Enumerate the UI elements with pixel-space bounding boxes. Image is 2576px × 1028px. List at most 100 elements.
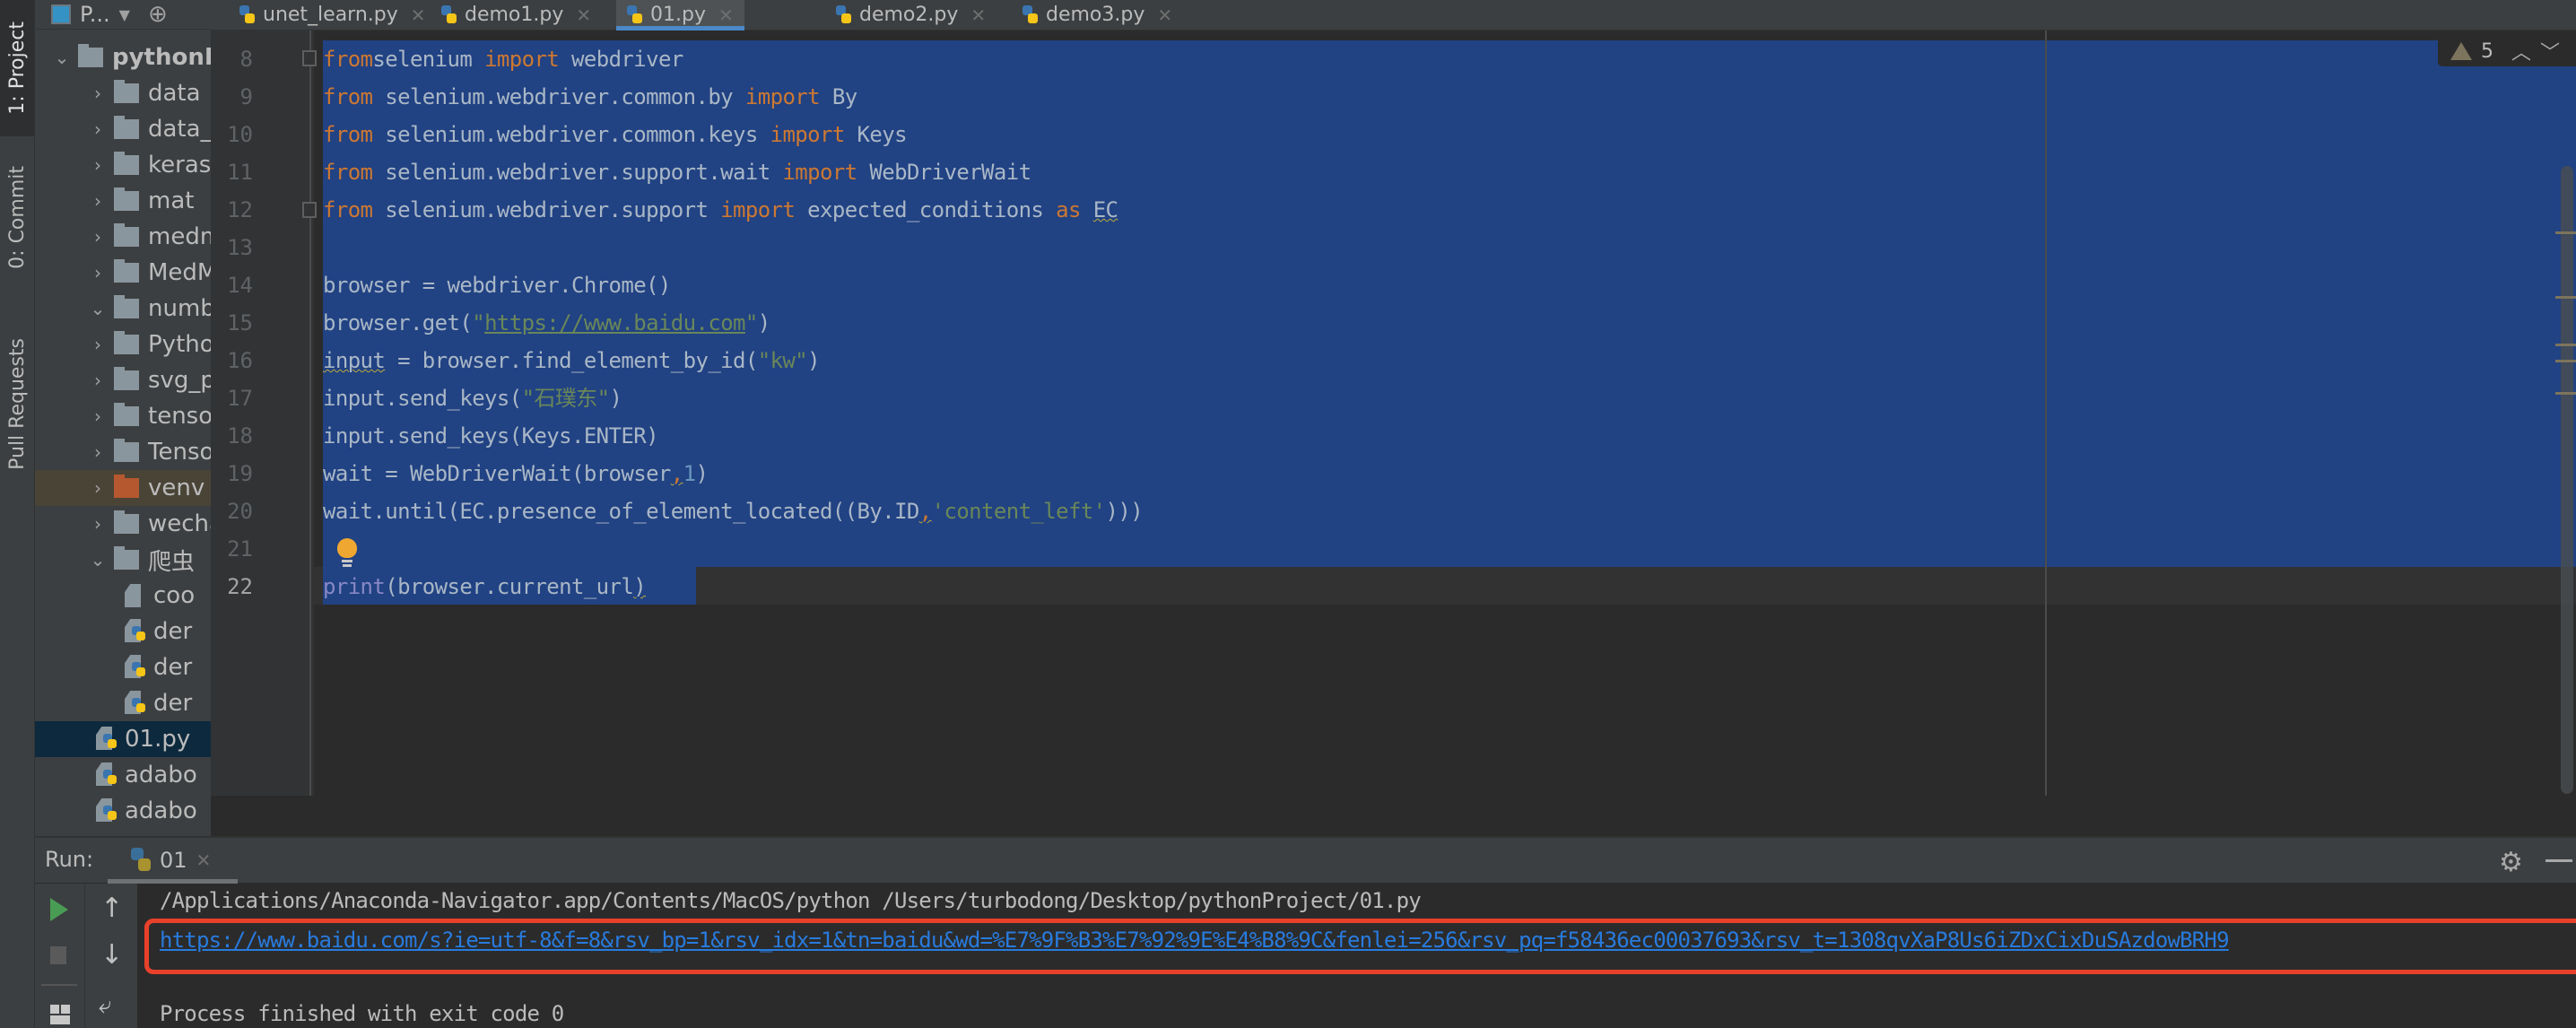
python-icon [441,4,457,25]
chevron-right-icon[interactable]: › [89,83,107,104]
tree-item[interactable]: › tensor [35,398,211,434]
tree-item[interactable]: › data_a [35,111,211,147]
close-icon[interactable]: ✕ [576,4,591,26]
chevron-right-icon[interactable]: › [89,118,107,140]
close-icon[interactable]: ✕ [411,4,426,26]
close-icon[interactable]: ✕ [718,4,734,26]
close-icon[interactable]: ✕ [196,849,212,871]
editor-tab[interactable]: demo1.py ✕ [431,0,602,30]
chevron-right-icon[interactable]: › [89,370,107,391]
tree-item[interactable]: adabo [35,757,211,793]
stripe-tab-label: 0: Commit [5,165,29,269]
code-line[interactable]: browser = webdriver.Chrome() [323,266,671,304]
tree-item[interactable]: › mat [35,183,211,219]
chevron-down-icon[interactable]: ⌄ [89,298,107,319]
tree-item[interactable]: › Tenso [35,434,211,470]
stripe-tab-project[interactable]: 1: Project [0,0,34,136]
tree-item[interactable]: › svg_p [35,362,211,398]
chevron-right-icon[interactable]: › [89,441,107,463]
code-token: 1 [683,461,696,486]
warning-stripe-mark[interactable] [2555,344,2576,346]
fold-end-icon[interactable] [302,202,317,218]
code-line[interactable]: input = browser.find_element_by_id("kw") [323,342,821,379]
tree-item[interactable]: › keras- [35,147,211,183]
tree-item[interactable]: adabo [35,793,211,829]
tree-item-label: der [153,618,193,645]
close-icon[interactable]: ✕ [970,4,986,26]
tree-item[interactable]: › wecha [35,506,211,542]
tree-item-label: data_a [148,116,211,143]
chevron-down-icon[interactable]: ⌄ [53,47,71,68]
warning-stripe-mark[interactable] [2555,231,2576,234]
inspection-widget[interactable]: 5 ︿ ﹀ [2438,36,2576,66]
run-tab[interactable]: 01 ✕ [108,838,238,883]
code-line[interactable]: browser.get("https://www.baidu.com") [323,304,770,342]
editor-scrollbar[interactable] [2561,166,2573,794]
code-token: browser = webdriver.Chrome() [323,273,671,298]
editor-tab[interactable]: demo3.py ✕ [1012,0,1183,30]
tree-item[interactable]: ⌄ numbe [35,291,211,327]
next-highlight-icon[interactable]: ﹀ [2540,37,2560,65]
project-view-selector[interactable]: P... [80,2,110,27]
code-line[interactable]: fromselenium import webdriver [323,40,683,78]
code-line[interactable]: print(browser.current_url) [323,568,647,605]
folder-icon [114,152,139,175]
warning-stripe-mark[interactable] [2555,296,2576,299]
code-line[interactable]: input.send_keys(Keys.ENTER) [323,417,659,455]
code-line[interactable]: from selenium.webdriver.common.keys impo… [323,116,908,153]
tree-item-label: pythonP [112,44,211,71]
lightbulb-icon[interactable] [337,538,357,569]
tree-item[interactable]: der [35,614,211,649]
warning-stripe-mark[interactable] [2555,392,2576,395]
stripe-tab-commit[interactable]: 0: Commit [0,145,34,289]
tree-item[interactable]: 01.py [35,721,211,757]
rerun-icon[interactable] [50,898,68,921]
tree-item[interactable]: ⌄ pythonP [35,39,211,75]
fold-collapse-icon[interactable] [302,50,317,66]
chevron-right-icon[interactable]: › [89,334,107,355]
console-command-line: /Applications/Anaconda-Navigator.app/Con… [160,888,1422,913]
chevron-right-icon[interactable]: › [89,226,107,248]
code-line[interactable]: input.send_keys("石璞东") [323,379,622,417]
layout-icon[interactable] [50,1005,70,1024]
stop-icon[interactable] [50,946,66,964]
editor-tab[interactable]: 01.py ✕ [616,0,744,30]
tree-item[interactable]: der [35,649,211,685]
stripe-tab-label: 1: Project [5,22,29,115]
arrow-down-icon[interactable]: ↓ [100,939,123,971]
tree-item[interactable]: ⌄ 爬虫 [35,542,211,578]
chevron-down-icon[interactable]: ⌄ [89,549,107,571]
editor-tab[interactable]: unet_learn.py ✕ [229,0,437,30]
code-line[interactable]: from selenium.webdriver.common.by import… [323,78,857,116]
chevron-right-icon[interactable]: › [89,405,107,427]
previous-highlight-icon[interactable]: ︿ [2511,37,2531,65]
tree-item[interactable]: › Pytho [35,327,211,362]
arrow-up-icon[interactable]: ↑ [100,893,123,924]
code-token: (browser.current_url [385,574,634,599]
soft-wrap-icon[interactable]: ⤶ [99,992,112,1020]
warning-stripe-mark[interactable] [2555,360,2576,362]
stripe-tab-pull-requests[interactable]: Pull Requests [0,305,34,502]
chevron-down-icon[interactable]: ▼ [119,6,130,23]
tree-item[interactable]: coo [35,578,211,614]
tree-item[interactable]: › MedM [35,255,211,291]
tree-item[interactable]: › medm [35,219,211,255]
tree-item[interactable]: der [35,685,211,721]
code-line[interactable]: from selenium.webdriver.support.wait imp… [323,153,1031,191]
chevron-right-icon[interactable]: › [89,477,107,499]
code-line[interactable]: wait = WebDriverWait(browser,1) [323,455,709,492]
gear-icon[interactable]: ⚙ [2499,847,2523,878]
locate-target-icon[interactable]: ⊕ [148,1,168,28]
chevron-right-icon[interactable]: › [89,154,107,176]
chevron-right-icon[interactable]: › [89,513,107,535]
chevron-right-icon[interactable]: › [89,190,107,212]
tree-item[interactable]: › venv [35,470,211,506]
code-line[interactable]: from selenium.webdriver.support import e… [323,191,1118,229]
editor-tab[interactable]: demo2.py ✕ [825,0,996,30]
close-icon[interactable]: ✕ [1157,4,1172,26]
code-token: import [770,122,846,147]
code-line[interactable]: wait.until(EC.presence_of_element_locate… [323,492,1144,530]
minimize-icon[interactable] [2546,859,2572,862]
chevron-right-icon[interactable]: › [89,262,107,283]
tree-item[interactable]: › data [35,75,211,111]
